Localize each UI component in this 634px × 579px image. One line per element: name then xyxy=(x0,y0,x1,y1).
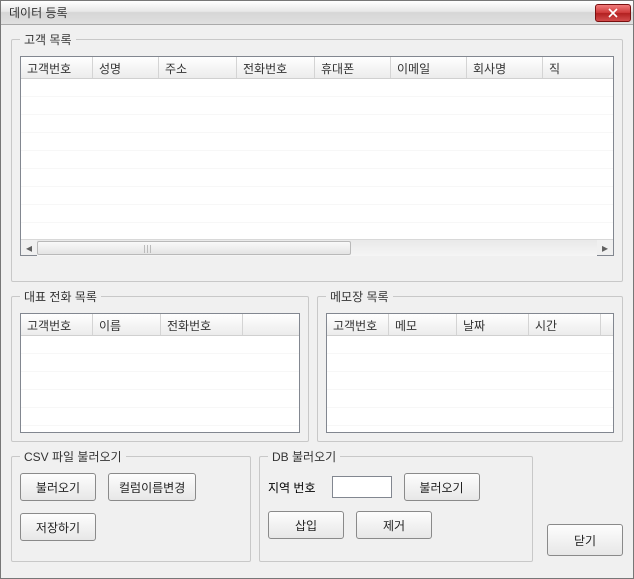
col-customer-address[interactable]: 주소 xyxy=(159,57,237,78)
customers-legend: 고객 목록 xyxy=(20,31,76,48)
csv-group: CSV 파일 불러오기 불러오기 컬럼이름변경 저장하기 xyxy=(11,448,251,562)
phones-legend: 대표 전화 목록 xyxy=(20,288,101,305)
col-customer-company[interactable]: 회사명 xyxy=(467,57,543,78)
db-insert-button[interactable]: 삽입 xyxy=(268,511,344,539)
titlebar: 데이터 등록 xyxy=(1,1,633,25)
col-customer-email[interactable]: 이메일 xyxy=(391,57,467,78)
scroll-track[interactable] xyxy=(37,240,597,256)
customers-columns: 고객번호 성명 주소 전화번호 휴대폰 이메일 회사명 직 xyxy=(21,57,613,79)
col-memo-spacer[interactable] xyxy=(601,314,613,335)
col-phone-custid[interactable]: 고객번호 xyxy=(21,314,93,335)
customers-hscroll[interactable]: ◂ ▸ xyxy=(21,239,613,255)
close-column: 닫기 xyxy=(541,448,623,568)
csv-legend: CSV 파일 불러오기 xyxy=(20,448,126,465)
col-customer-phone[interactable]: 전화번호 xyxy=(237,57,315,78)
col-phone-spacer[interactable] xyxy=(243,314,299,335)
phones-columns: 고객번호 이름 전화번호 xyxy=(21,314,299,336)
dialog-window: 데이터 등록 고객 목록 고객번호 성명 주소 전화번호 휴대폰 이메일 회사명… xyxy=(0,0,634,579)
scroll-left-icon[interactable]: ◂ xyxy=(21,240,37,256)
db-legend: DB 불러오기 xyxy=(268,448,340,465)
customers-group: 고객 목록 고객번호 성명 주소 전화번호 휴대폰 이메일 회사명 직 ◂ xyxy=(11,31,623,282)
memos-body xyxy=(327,336,613,432)
csv-save-button[interactable]: 저장하기 xyxy=(20,513,96,541)
db-group: DB 불러오기 지역 번호 불러오기 삽입 제거 xyxy=(259,448,533,562)
db-delete-button[interactable]: 제거 xyxy=(356,511,432,539)
customers-body xyxy=(21,79,613,239)
window-title: 데이터 등록 xyxy=(9,4,595,21)
area-code-input[interactable] xyxy=(332,476,392,498)
mid-row: 대표 전화 목록 고객번호 이름 전화번호 메모장 목록 고객번호 xyxy=(11,288,623,448)
customers-list[interactable]: 고객번호 성명 주소 전화번호 휴대폰 이메일 회사명 직 ◂ xyxy=(20,56,614,256)
col-memo-text[interactable]: 메모 xyxy=(389,314,457,335)
col-customer-job[interactable]: 직 xyxy=(543,57,613,78)
phones-body xyxy=(21,336,299,432)
window-close-button[interactable] xyxy=(595,4,631,22)
memos-legend: 메모장 목록 xyxy=(326,288,393,305)
scroll-thumb[interactable] xyxy=(37,241,351,255)
area-code-label: 지역 번호 xyxy=(268,479,316,496)
phones-group: 대표 전화 목록 고객번호 이름 전화번호 xyxy=(11,288,309,442)
col-memo-time[interactable]: 시간 xyxy=(529,314,601,335)
memos-columns: 고객번호 메모 날짜 시간 xyxy=(327,314,613,336)
phones-list[interactable]: 고객번호 이름 전화번호 xyxy=(20,313,300,433)
close-icon xyxy=(608,8,618,18)
csv-rename-columns-button[interactable]: 컬럼이름변경 xyxy=(108,473,196,501)
col-customer-mobile[interactable]: 휴대폰 xyxy=(315,57,391,78)
memos-group: 메모장 목록 고객번호 메모 날짜 시간 xyxy=(317,288,623,442)
scroll-grip-icon xyxy=(144,245,152,253)
col-customer-id[interactable]: 고객번호 xyxy=(21,57,93,78)
csv-load-button[interactable]: 불러오기 xyxy=(20,473,96,501)
bottom-row: CSV 파일 불러오기 불러오기 컬럼이름변경 저장하기 DB 불러오기 지역 … xyxy=(11,448,623,568)
col-phone-name[interactable]: 이름 xyxy=(93,314,161,335)
col-customer-name[interactable]: 성명 xyxy=(93,57,159,78)
scroll-right-icon[interactable]: ▸ xyxy=(597,240,613,256)
client-area: 고객 목록 고객번호 성명 주소 전화번호 휴대폰 이메일 회사명 직 ◂ xyxy=(1,25,633,578)
col-memo-date[interactable]: 날짜 xyxy=(457,314,529,335)
db-load-button[interactable]: 불러오기 xyxy=(404,473,480,501)
close-button[interactable]: 닫기 xyxy=(547,524,623,556)
col-phone-number[interactable]: 전화번호 xyxy=(161,314,243,335)
col-memo-custid[interactable]: 고객번호 xyxy=(327,314,389,335)
memos-list[interactable]: 고객번호 메모 날짜 시간 xyxy=(326,313,614,433)
